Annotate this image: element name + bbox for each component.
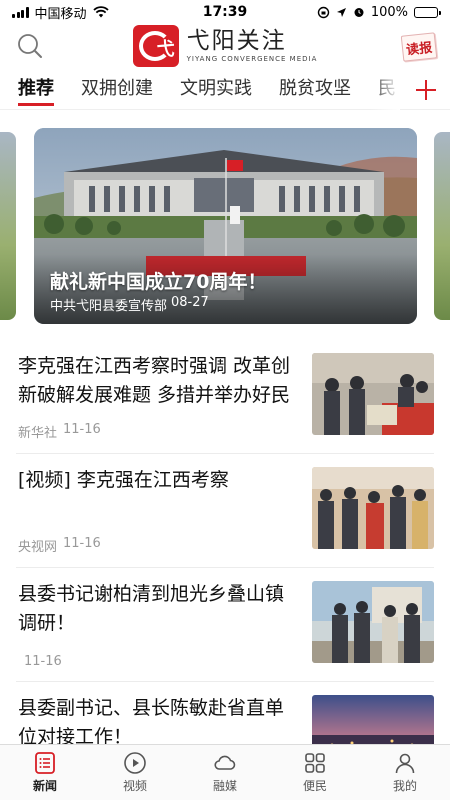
alarm-icon <box>354 8 364 17</box>
plus-icon[interactable] <box>412 76 440 104</box>
battery-icon <box>414 6 441 18</box>
location-icon <box>336 7 346 17</box>
signal-icon <box>12 6 29 18</box>
tab-fade <box>370 70 400 110</box>
news-meta: 新华社 11-16 <box>18 422 101 441</box>
tab-list: 推荐 双拥创建 文明实践 脱贫攻坚 民 <box>0 70 400 110</box>
app-header: 弋 弋阳关注 YIYANG CONVERGENCE MEDIA 读报 <box>0 24 450 68</box>
app-logo: 弋 弋阳关注 YIYANG CONVERGENCE MEDIA <box>132 25 318 67</box>
nav-label: 视频 <box>122 779 147 793</box>
person-icon <box>395 753 415 774</box>
news-meta: 11-16 <box>18 654 62 669</box>
tab-recommend[interactable]: 推荐 <box>18 70 54 110</box>
grid-icon <box>305 753 325 773</box>
banner-card[interactable]: 献礼新中国成立70周年！ 中共弋阳县委宣传部 08-27 <box>34 128 417 324</box>
status-left: 中国移动 <box>12 3 317 22</box>
news-title: 李克强在江西考察时强调 改革创新破解发展难题 多措并举办好民 <box>18 355 291 406</box>
newspaper-icon[interactable]: 读报 <box>400 32 438 62</box>
cloud-icon <box>214 755 236 770</box>
nav-profile[interactable]: 我的 <box>360 745 450 800</box>
logo-mark: 弋 <box>132 25 179 67</box>
nav-news[interactable]: 新闻 <box>0 745 90 800</box>
logo-mark-char: 弋 <box>156 39 175 60</box>
app-subtitle: YIYANG CONVERGENCE MEDIA <box>186 55 318 63</box>
logo-text: 弋阳关注 YIYANG CONVERGENCE MEDIA <box>187 28 318 64</box>
news-date: 11-16 <box>63 422 101 437</box>
list-item[interactable]: 县委书记谢柏清到旭光乡叠山镇调研！ 11-16 <box>16 568 434 682</box>
carousel-next-card[interactable] <box>434 132 450 320</box>
app-title: 弋阳关注 <box>186 28 287 54</box>
nav-services[interactable]: 便民 <box>270 745 360 800</box>
news-date: 11-16 <box>63 536 101 551</box>
tab-civilization-practice[interactable]: 文明实践 <box>180 70 252 110</box>
wifi-icon <box>92 6 109 18</box>
carousel-prev-card[interactable] <box>0 132 16 320</box>
news-source: 央视网 <box>18 540 58 555</box>
banner-date: 08-27 <box>171 295 209 310</box>
news-list: 李克强在江西考察时强调 改革创新破解发展难题 多措并举办好民 新华社 11-16… <box>0 340 450 796</box>
play-circle-icon <box>124 752 146 774</box>
banner-title: 献礼新中国成立70周年！ <box>50 271 267 293</box>
nav-label: 融媒 <box>212 779 237 793</box>
banner-source: 中共弋阳县委宣传部 <box>50 299 168 314</box>
list-item[interactable]: 李克强在江西考察时强调 改革创新破解发展难题 多措并举办好民 新华社 11-16 <box>16 340 434 454</box>
tab-poverty-alleviation[interactable]: 脱贫攻坚 <box>279 70 351 110</box>
nav-label: 便民 <box>302 779 327 793</box>
nav-label: 我的 <box>392 779 417 793</box>
news-thumbnail <box>312 581 434 663</box>
news-thumbnail <box>312 353 434 435</box>
battery-percent: 100% <box>370 4 408 20</box>
nav-video[interactable]: 视频 <box>90 745 180 800</box>
news-thumbnail <box>312 467 434 549</box>
news-list-icon <box>35 752 55 774</box>
news-date: 11-16 <box>24 654 62 669</box>
status-right: 100% <box>317 4 441 20</box>
orientation-lock-icon <box>317 6 330 18</box>
bottom-tab-bar: 新闻 视频 融媒 便民 我的 <box>0 744 450 800</box>
channel-tabs: 推荐 双拥创建 文明实践 脱贫攻坚 民 <box>0 70 450 110</box>
nav-media[interactable]: 融媒 <box>180 745 270 800</box>
carrier-label: 中国移动 <box>34 6 87 22</box>
nav-label: 新闻 <box>32 779 57 793</box>
news-title: 县委书记谢柏清到旭光乡叠山镇调研！ <box>18 583 285 634</box>
list-item[interactable]: [视频] 李克强在江西考察 央视网 11-16 <box>16 454 434 568</box>
search-icon[interactable] <box>16 32 44 60</box>
banner-carousel: 献礼新中国成立70周年！ 中共弋阳县委宣传部 08-27 <box>0 128 450 324</box>
news-meta: 央视网 11-16 <box>18 536 101 555</box>
reader-label: 读报 <box>405 40 433 58</box>
status-bar: 中国移动 17:39 100% <box>0 0 450 24</box>
news-title: [视频] 李克强在江西考察 <box>18 469 229 491</box>
tab-double-support[interactable]: 双拥创建 <box>81 70 153 110</box>
news-source: 新华社 <box>18 426 58 441</box>
banner-meta: 中共弋阳县委宣传部 08-27 <box>50 295 209 314</box>
